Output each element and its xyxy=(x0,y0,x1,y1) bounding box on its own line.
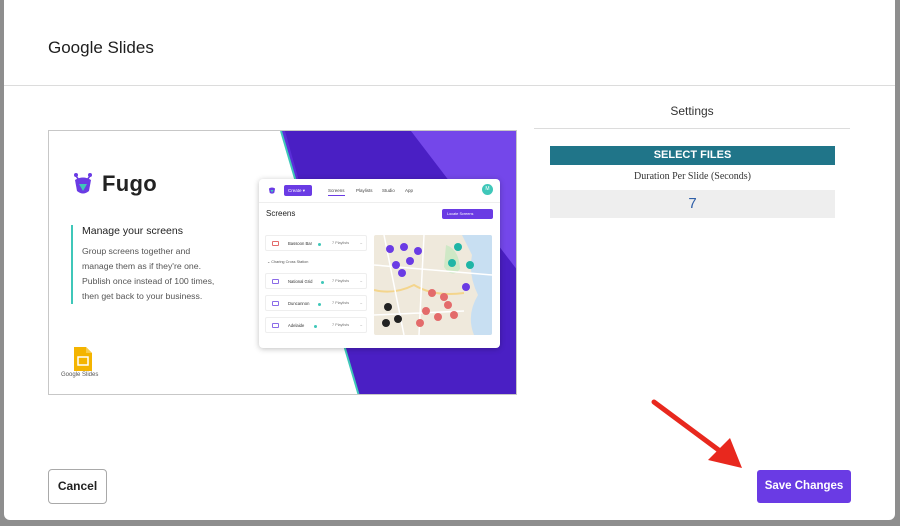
online-dot xyxy=(321,281,324,284)
select-files-button[interactable]: SELECT FILES xyxy=(550,146,835,165)
feature-line: then get back to your business. xyxy=(82,291,203,301)
mock-app-topbar: Create ▾ Screens Playlists Studio App M xyxy=(259,179,500,203)
mock-nav-app: App xyxy=(405,188,414,193)
fugo-logo-icon xyxy=(74,173,92,194)
monitor-icon xyxy=(272,279,279,284)
feature-line: manage them as if they're one. xyxy=(82,261,202,271)
slide-preview: Fugo Manage your screens Group screens t… xyxy=(48,130,517,395)
monitor-icon xyxy=(272,301,279,306)
duration-input[interactable]: 7 xyxy=(550,190,835,218)
feature-block: Manage your screens Group screens togeth… xyxy=(71,225,236,304)
mock-screens-title: Screens xyxy=(266,209,296,218)
feature-text: Group screens together and manage them a… xyxy=(82,244,236,304)
modal-title: Google Slides xyxy=(48,38,154,57)
annotation-arrow-icon xyxy=(651,399,742,468)
online-dot xyxy=(318,243,321,246)
settings-divider xyxy=(534,128,850,129)
mock-nav-studio: Studio xyxy=(382,188,395,193)
settings-title: Settings xyxy=(670,104,714,118)
mock-create-button: Create ▾ xyxy=(284,185,312,196)
online-dot xyxy=(314,325,317,328)
fugo-logo: Fugo xyxy=(70,171,157,197)
monitor-icon xyxy=(272,241,279,246)
mock-screen-row: Duncannon 7 Playlists ... xyxy=(265,295,367,311)
mock-group-label: ⌄ Charing Cross Station xyxy=(267,260,309,264)
mock-screen-row: National Grid 7 Playlists ... xyxy=(265,273,367,289)
google-slides-modal: Google Slides Fugo Manage your screens G… xyxy=(4,0,895,520)
save-changes-button[interactable]: Save Changes xyxy=(757,470,851,503)
mock-locate-button: Locate Screens xyxy=(442,209,493,219)
brand-name: Fugo xyxy=(102,171,157,196)
mock-screen-row: Bassoon Bar 7 Playlists ... xyxy=(265,235,367,251)
google-slides-icon xyxy=(74,347,92,371)
feature-line: Publish once instead of 100 times, xyxy=(82,276,215,286)
mock-screen-row: Adelaide 7 Playlists ... xyxy=(265,317,367,333)
google-slides-label: Google Slides xyxy=(61,372,99,378)
mock-avatar: M xyxy=(482,184,493,195)
mock-nav-playlists: Playlists xyxy=(356,188,373,193)
mock-app-logo-icon xyxy=(268,187,276,194)
mock-nav-screens: Screens xyxy=(328,188,345,196)
monitor-icon xyxy=(272,323,279,328)
mock-app-window: Create ▾ Screens Playlists Studio App M … xyxy=(259,179,500,348)
duration-label: Duration Per Slide (Seconds) xyxy=(634,171,751,182)
feature-heading: Manage your screens xyxy=(82,225,183,237)
modal-header: Google Slides xyxy=(4,0,895,86)
mock-map xyxy=(374,235,492,335)
feature-line: Group screens together and xyxy=(82,246,191,256)
cancel-button[interactable]: Cancel xyxy=(48,469,107,504)
online-dot xyxy=(318,303,321,306)
